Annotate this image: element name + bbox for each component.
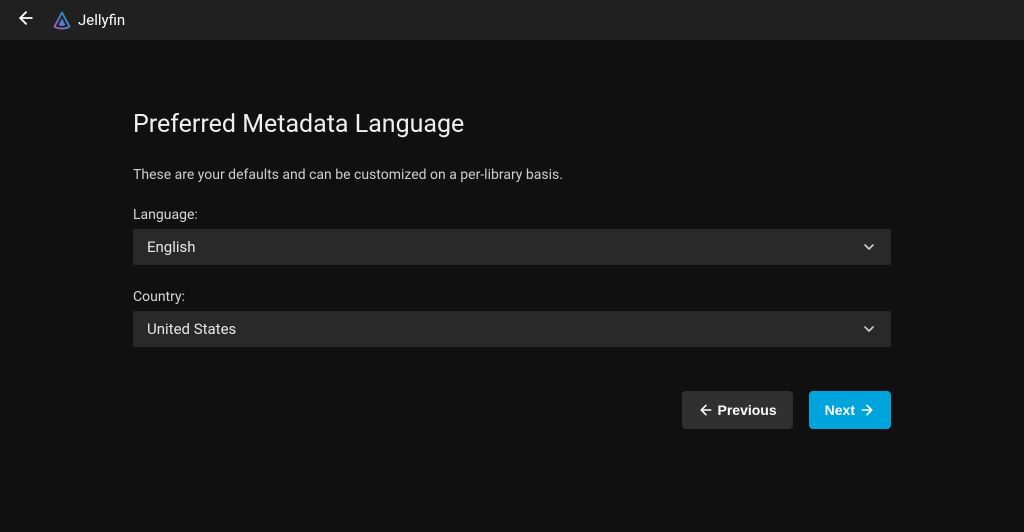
wizard-button-row: Previous Next: [133, 391, 891, 429]
arrow-right-icon: [859, 402, 875, 418]
page-title: Preferred Metadata Language: [133, 110, 891, 139]
language-field-group: Language: English: [133, 207, 891, 265]
arrow-left-icon: [698, 402, 714, 418]
chevron-down-icon: [861, 321, 877, 337]
brand: Jellyfin: [52, 10, 125, 30]
next-button[interactable]: Next: [809, 391, 891, 429]
main-content: Preferred Metadata Language These are yo…: [0, 40, 1024, 429]
page-subtitle: These are your defaults and can be custo…: [133, 167, 891, 183]
chevron-down-icon: [861, 239, 877, 255]
previous-button-label: Previous: [718, 402, 777, 418]
wizard-container: Preferred Metadata Language These are yo…: [133, 110, 891, 429]
language-select[interactable]: English: [133, 229, 891, 265]
next-button-label: Next: [825, 402, 855, 418]
language-label: Language:: [133, 207, 891, 223]
arrow-left-icon: [16, 8, 36, 32]
previous-button[interactable]: Previous: [682, 391, 793, 429]
country-field-group: Country: United States: [133, 289, 891, 347]
language-select-value: English: [147, 238, 861, 256]
brand-name: Jellyfin: [78, 11, 125, 29]
jellyfin-logo-icon: [52, 10, 72, 30]
country-label: Country:: [133, 289, 891, 305]
country-select[interactable]: United States: [133, 311, 891, 347]
country-select-value: United States: [147, 320, 861, 338]
back-button[interactable]: [12, 6, 40, 34]
app-header: Jellyfin: [0, 0, 1024, 40]
